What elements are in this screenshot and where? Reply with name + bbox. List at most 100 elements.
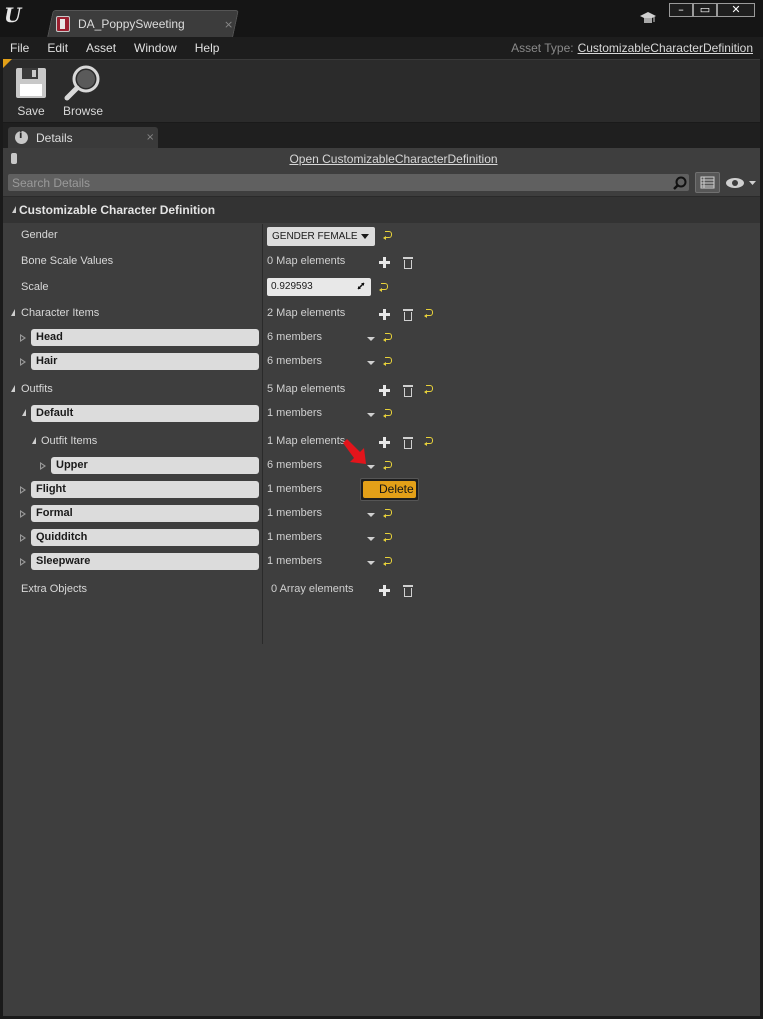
reset-to-default-icon[interactable] [383,508,392,518]
expand-arrow-icon[interactable] [20,486,26,494]
map-key-formal[interactable]: Formal [31,505,259,522]
chevron-down-icon[interactable] [367,361,375,365]
details-panel: Open CustomizableCharacterDefinition Cus… [3,148,760,1016]
trash-icon[interactable] [403,437,413,449]
toolbar-corner-marker [3,59,12,68]
reset-to-default-icon[interactable] [383,408,392,418]
scale-input[interactable]: 0.929593 [267,278,371,296]
category-label: Customizable Character Definition [19,203,216,217]
menu-window[interactable]: Window [124,37,185,59]
ue-logo-icon[interactable]: U [4,3,26,27]
reset-to-default-icon[interactable] [424,384,433,394]
save-icon [16,68,46,98]
search-input[interactable] [12,174,652,191]
category-header[interactable]: Customizable Character Definition [3,196,760,223]
details-tab-strip: Details × [3,123,760,148]
reset-to-default-icon[interactable] [383,230,392,240]
map-key-default[interactable]: Default [31,405,259,422]
gender-dropdown[interactable]: GENDER FEMALE [267,227,375,246]
map-key-flight[interactable]: Flight [31,481,259,498]
annotation-arrow-icon [343,439,366,464]
add-icon[interactable] [379,437,390,448]
collapse-arrow-icon[interactable] [8,385,15,392]
property-name: Scale [21,281,49,293]
search-icon[interactable] [673,176,687,190]
expand-arrow-icon[interactable] [20,358,26,366]
property-name: Gender [21,229,58,241]
map-key-hair[interactable]: Hair [31,353,259,370]
document-tab-title: DA_PoppySweeting [78,17,185,31]
maximize-button[interactable]: ▭ [693,3,717,17]
collapse-arrow-icon[interactable] [9,206,16,213]
menu-asset[interactable]: Asset [76,37,124,59]
add-icon[interactable] [379,309,390,320]
map-entry-default: Default 1 members [3,403,760,427]
add-icon[interactable] [379,585,390,596]
trash-icon[interactable] [403,257,413,269]
reset-to-default-icon[interactable] [383,532,392,542]
open-asset-link[interactable]: Open CustomizableCharacterDefinition [3,152,760,166]
drag-handle-icon[interactable] [357,282,365,290]
trash-icon[interactable] [403,309,413,321]
menu-bar: File Edit Asset Window Help Asset Type: C… [0,37,763,59]
browse-icon [64,65,100,101]
property-value: 6 members [267,459,323,471]
chevron-down-icon[interactable] [367,513,375,517]
browse-button[interactable]: Browse [59,64,107,120]
save-button[interactable]: Save [7,64,55,120]
property-value: 1 members [267,407,323,419]
reset-to-default-icon[interactable] [383,356,392,366]
asset-type-indicator: Asset Type: CustomizableCharacterDefiniti… [511,37,753,59]
gender-value: GENDER FEMALE [272,231,358,242]
expand-arrow-icon[interactable] [20,510,26,518]
chevron-down-icon[interactable] [367,537,375,541]
chevron-down-icon[interactable] [367,337,375,341]
reset-to-default-icon[interactable] [379,282,388,292]
expand-arrow-icon[interactable] [20,534,26,542]
reset-to-default-icon[interactable] [383,556,392,566]
reset-to-default-icon[interactable] [424,308,433,318]
close-window-button[interactable]: ✕ [717,3,755,17]
property-row-gender: Gender GENDER FEMALE [3,225,760,249]
details-tab-close-button[interactable]: × [146,132,154,143]
reset-to-default-icon[interactable] [424,436,433,446]
scale-value: 0.929593 [271,281,313,292]
expand-arrow-icon[interactable] [20,558,26,566]
reset-to-default-icon[interactable] [383,332,392,342]
add-icon[interactable] [379,257,390,268]
chevron-down-icon[interactable] [367,561,375,565]
add-icon[interactable] [379,385,390,396]
menu-file[interactable]: File [0,37,37,59]
trash-icon[interactable] [403,585,413,597]
eye-icon[interactable] [725,176,757,190]
property-row-outfits: Outfits 5 Map elements [3,379,760,403]
property-value: 1 members [267,555,323,567]
list-view-button[interactable] [695,172,720,193]
document-tab-close-button[interactable]: × [224,18,233,31]
menu-help[interactable]: Help [185,37,228,59]
minimize-button[interactable]: – [669,3,693,17]
expand-arrow-icon[interactable] [20,334,26,342]
tab-details[interactable]: Details × [8,127,158,148]
map-key-head[interactable]: Head [31,329,259,346]
collapse-arrow-icon[interactable] [8,309,15,316]
delete-menu-item[interactable]: Delete [363,481,416,498]
property-name: Extra Objects [21,583,88,595]
map-key-sleepware[interactable]: Sleepware [31,553,259,570]
map-key-upper[interactable]: Upper [51,457,259,474]
graduation-cap-icon[interactable] [640,10,656,26]
expand-arrow-icon[interactable] [40,462,46,470]
property-value: 1 members [267,483,323,495]
collapse-arrow-icon[interactable] [29,437,36,444]
chevron-down-icon[interactable] [367,413,375,417]
asset-type-link[interactable]: CustomizableCharacterDefinition [578,41,753,55]
property-name: Outfit Items [41,435,98,447]
trash-icon[interactable] [403,385,413,397]
menu-edit[interactable]: Edit [37,37,76,59]
property-value: 0 Map elements [267,255,346,267]
title-bar: U DA_PoppySweeting × – ▭ ✕ [0,0,763,37]
reset-to-default-icon[interactable] [383,460,392,470]
collapse-arrow-icon[interactable] [19,409,26,416]
property-row-extra-objects: Extra Objects 0 Array elements [3,579,760,603]
map-key-quidditch[interactable]: Quidditch [31,529,259,546]
